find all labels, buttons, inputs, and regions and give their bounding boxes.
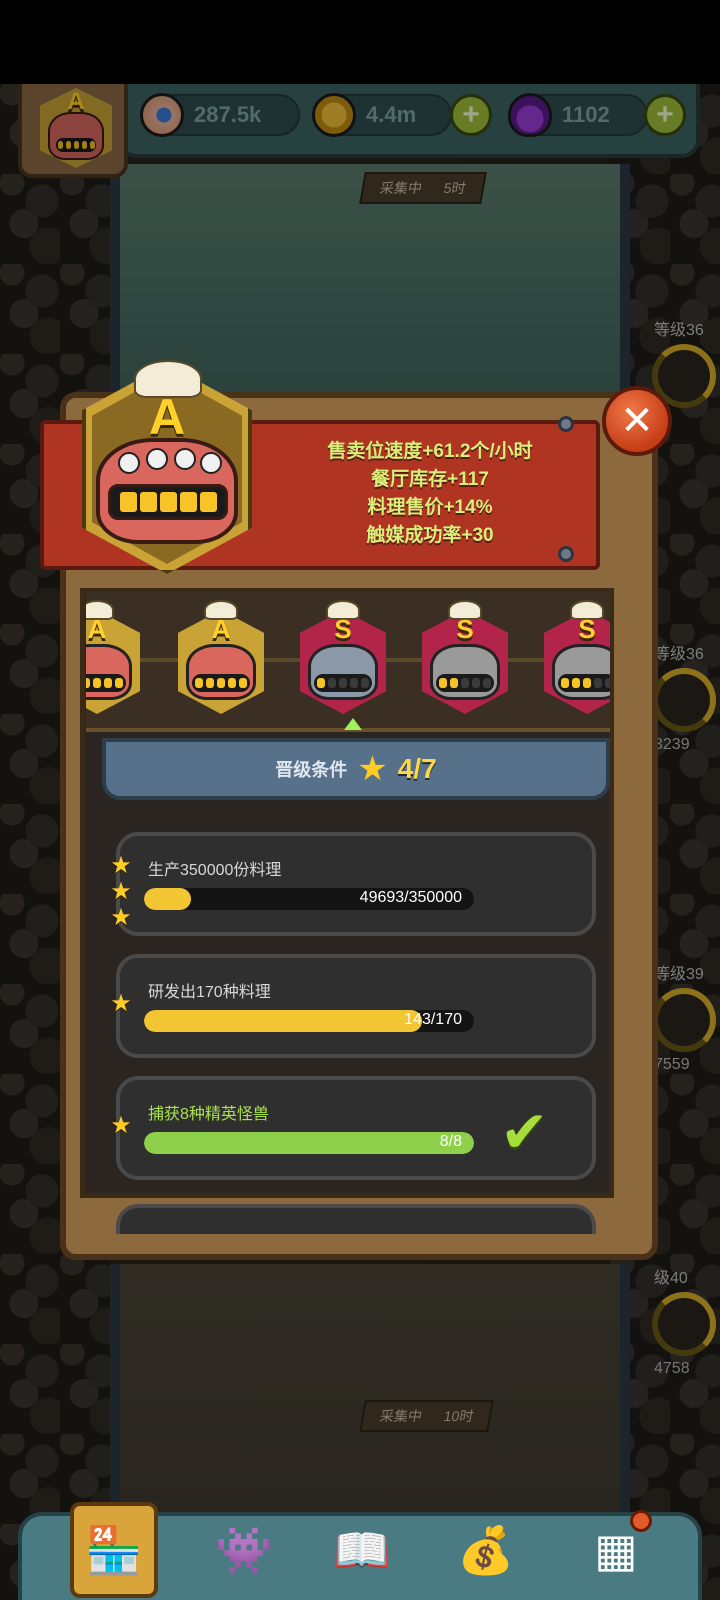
tier-badge-a[interactable]: A — [178, 600, 264, 714]
task-stars: ★ ★ ★ — [106, 854, 136, 930]
bonus-line: 餐厅库存+117 — [371, 469, 489, 490]
rank-upgrade-modal: 售卖位速度+61.2个/小时 餐厅库存+117 料理售价+14% 触媒成功率+3… — [40, 360, 672, 1272]
star-icon: ★ — [110, 1112, 132, 1139]
monster-mouth — [314, 674, 372, 692]
promotion-count: 4/7 — [397, 753, 437, 784]
star-icon: ★ — [110, 990, 132, 1017]
close-icon: ✕ — [620, 399, 654, 443]
close-button[interactable]: ✕ — [602, 386, 672, 456]
bonus-line: 触媒成功率+30 — [366, 525, 494, 546]
task-card: ★ ★ ★ 生产350000份料理 49693/350000 — [110, 832, 596, 936]
task-title: 研发出170种料理 — [148, 984, 271, 1001]
tier-badge-s[interactable]: S — [544, 600, 610, 714]
checkmark-icon: ✔ — [500, 1100, 549, 1165]
selected-tier-pointer — [344, 718, 362, 730]
bottom-navigation: 🏪 👾 📖 💰 ▦ — [18, 1502, 702, 1600]
star-icon: ★ — [110, 852, 132, 879]
monster-mouth — [192, 674, 250, 692]
notification-dot — [630, 1510, 652, 1532]
task-progress-text: 143/170 — [404, 1011, 462, 1028]
bonus-line: 料理售价+14% — [367, 497, 493, 518]
tier-badge-s[interactable]: S — [296, 600, 390, 718]
monster-mouth — [108, 484, 228, 520]
bag-icon: 💰 — [457, 1523, 515, 1576]
tier-letter: S — [334, 614, 352, 644]
task-stars: ★ — [106, 1114, 136, 1138]
bonus-line: 售卖位速度+61.2个/小时 — [327, 441, 533, 462]
promotion-header: 晋级条件 ★ 4/7 — [102, 738, 610, 800]
grid-menu-icon: ▦ — [594, 1524, 638, 1576]
tier-badge-a[interactable]: A — [86, 600, 140, 714]
star-icon: ★ — [110, 878, 132, 905]
task-card-completed: ★ 捕获8种精英怪兽 8/8 ✔ — [110, 1076, 596, 1180]
nav-book-button[interactable]: 📖 — [318, 1502, 406, 1598]
nav-restaurant-button[interactable]: 🏪 — [70, 1502, 158, 1598]
task-stars: ★ — [106, 992, 136, 1016]
rivet — [558, 546, 574, 562]
nav-grid-button[interactable]: ▦ — [572, 1502, 660, 1598]
promotion-label: 晋级条件 — [275, 760, 348, 780]
star-icon: ★ — [357, 750, 388, 788]
tier-letter: A — [211, 614, 231, 644]
rivet — [558, 416, 574, 432]
current-rank-letter: A — [148, 389, 186, 445]
task-card: ★ 研发出170种料理 143/170 — [110, 954, 596, 1058]
book-icon: 📖 — [333, 1523, 391, 1576]
task-title: 捕获8种精英怪兽 — [148, 1106, 269, 1123]
restaurant-icon: 🏪 — [85, 1523, 143, 1576]
tier-badge-s[interactable]: S — [422, 600, 508, 714]
monster-icon: 👾 — [215, 1523, 273, 1576]
tier-letter: S — [456, 614, 474, 644]
current-rank-badge: A — [82, 360, 252, 574]
task-title: 生产350000份料理 — [148, 862, 282, 879]
monster-mouth — [436, 674, 494, 692]
tier-selector[interactable]: AASSS — [86, 592, 610, 732]
next-task-card-peek[interactable] — [116, 1204, 596, 1234]
task-progress-text: 49693/350000 — [359, 889, 462, 906]
tier-letter: A — [87, 614, 107, 644]
task-progress-text: 8/8 — [439, 1133, 462, 1150]
nav-monster-button[interactable]: 👾 — [200, 1502, 288, 1598]
nav-bag-button[interactable]: 💰 — [442, 1502, 530, 1598]
tier-letter: S — [578, 614, 596, 644]
monster-mouth — [558, 674, 610, 692]
star-icon: ★ — [110, 904, 132, 931]
monster-mouth — [86, 674, 126, 692]
